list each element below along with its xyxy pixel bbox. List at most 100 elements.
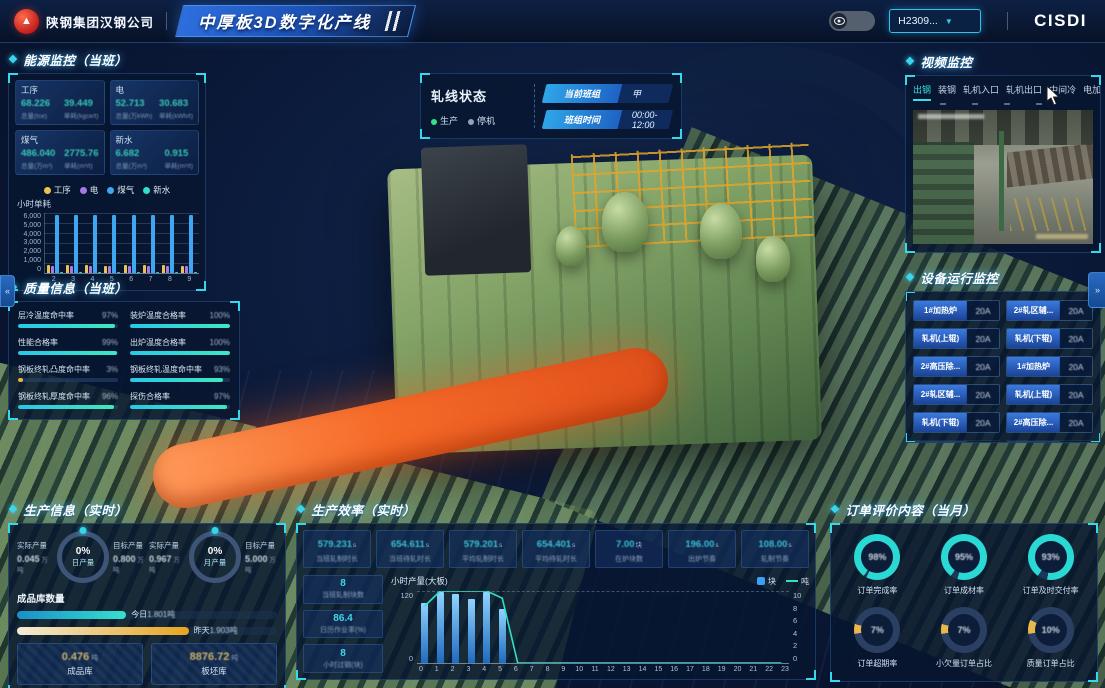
inventory-bar-label: 今日1.801吨 (131, 609, 175, 620)
chevron-down-icon: ▼ (945, 17, 953, 26)
video-feed[interactable] (913, 110, 1093, 244)
order-gauge-percent: 98% (868, 552, 886, 562)
video-tab-轧机出口[interactable]: 轧机出口 (1006, 83, 1042, 101)
y-tick-label: 8 (793, 604, 797, 613)
efficiency-card: 108.00s轧制节奏 (741, 530, 809, 568)
energy-card-name: 煤气 (21, 134, 99, 146)
collapse-handle-left[interactable]: « (0, 275, 15, 307)
efficiency-card-top: 579.201s (452, 534, 514, 552)
video-tab-电加热[interactable]: 电加热 (1083, 83, 1100, 101)
order-gauge-ring: 98% (854, 534, 900, 580)
inventory-bar-fill (17, 611, 126, 619)
energy-unit: 总量(tce) (21, 110, 50, 120)
warehouse-value: 8876.72吨 (190, 651, 239, 663)
efficiency-value: 7.00 (616, 539, 635, 550)
order-gauge-ring: 93% (1028, 534, 1074, 580)
x-tick-label: 5 (492, 666, 508, 673)
company-logo-icon: ▲ (14, 9, 39, 34)
device-current-value: 20A (1060, 385, 1092, 404)
bar-工序 (143, 265, 146, 273)
actual-value: 0.967 万吨 (149, 554, 185, 574)
order-gauge-hole: 95% (948, 541, 980, 573)
energy-card: 新水6.682总量(万m³)0.915单耗(m³/t) (110, 130, 200, 175)
x-tick-label: 4 (476, 666, 492, 673)
video-panel: ❖ 视频监控 出钢装钢轧机入口轧机出口中间冷电加热 (905, 52, 1101, 253)
efficiency-unit: 块 (636, 542, 643, 549)
shift-badge-value: 甲 (618, 84, 674, 103)
actual-unit: 万吨 (149, 557, 180, 574)
warehouse-label: 板坯库 (201, 665, 227, 677)
device-current-value: 20A (1060, 413, 1092, 432)
energy-card-values: 52.713总量(万kWh)30.683单耗(kWh/t) (116, 98, 194, 120)
bar-group (104, 215, 120, 273)
energy-legend: 工序电煤气新水 (9, 184, 205, 196)
device-chip: 2#高压除...20A (1006, 412, 1093, 433)
actual-production: 实际产量0.967 万吨 (149, 540, 185, 574)
x-tick-label: 13 (619, 666, 635, 673)
video-feed-machines (913, 142, 974, 244)
gauge-dot (212, 527, 219, 534)
efficiency-label: 平均待轧时长 (525, 554, 587, 564)
production-gauges: 实际产量0.045 万吨0%日产量目标产量0.800 万吨实际产量0.967 万… (17, 531, 277, 583)
efficiency-unit: s (788, 542, 791, 549)
quality-item: 层冷温度命中率97% (18, 310, 118, 328)
order-gauge-label: 小欠量订单占比 (936, 658, 992, 669)
warehouse-stats: 0.476吨成品库 8876.72吨板坯库 (17, 643, 277, 685)
bar-新水 (194, 272, 197, 273)
quality-item: 钢板终轧厚度命中率96% (18, 391, 118, 409)
energy-value: 0.915 (164, 148, 193, 159)
efficiency-cards: 579.231s当班轧制时长654.611s当班待轧时长579.201s平均轧制… (303, 530, 809, 568)
target-label: 目标产量 (113, 540, 149, 551)
efficiency-value: 108.00 (758, 539, 787, 550)
video-tab-出钢[interactable]: 出钢 (913, 83, 931, 101)
device-current-value: 20A (967, 357, 999, 376)
legend-item: 吨 (786, 576, 809, 587)
warehouse-stat: 0.476吨成品库 (17, 643, 143, 685)
panel-corner (905, 243, 915, 253)
device-name: 1#加热炉 (914, 301, 967, 320)
page-title: 中厚板3D数字化产线 (198, 9, 371, 33)
quality-progress-track (130, 405, 230, 409)
warehouse-unit: 吨 (91, 655, 98, 662)
quality-label: 钢板终轧温度命中率 (130, 364, 202, 375)
x-tick-label: 22 (761, 666, 777, 673)
bar-电 (128, 266, 131, 273)
energy-value-block: 30.683单耗(kWh/t) (159, 98, 193, 120)
gauge-percent: 0% (76, 546, 90, 557)
device-name: 轧机(上辊) (914, 329, 967, 348)
bar-新水 (79, 272, 82, 273)
device-chip: 轧机(上辊)20A (1006, 384, 1093, 405)
video-tab-中间冷[interactable]: 中间冷 (1049, 83, 1076, 101)
efficiency-card-top: 7.00块 (598, 534, 660, 552)
device-chip: 轧机(下辊)20A (913, 412, 1000, 433)
energy-chart: 小时单耗 6,0005,0004,0003,0002,0001,0000 234… (9, 198, 205, 290)
energy-card-name: 新水 (116, 134, 194, 146)
x-tick-label: 23 (777, 666, 793, 673)
diamond-icon: ❖ (296, 503, 306, 516)
side-stat-label: 小时过钢(块) (323, 660, 363, 670)
collapse-handle-right[interactable]: » (1088, 272, 1105, 308)
actual-value: 0.045 万吨 (17, 554, 53, 574)
quality-item-header: 装炉温度合格率100% (130, 310, 230, 321)
scene-cylinder (556, 226, 586, 266)
steel-id-dropdown[interactable]: H2309... ▼ (889, 9, 981, 33)
order-gauge: 10%质量订单占比 (1010, 607, 1091, 669)
diamond-icon: ❖ (8, 503, 18, 516)
y-tick-label: 5,000 (23, 222, 41, 229)
x-tick-label: 16 (666, 666, 682, 673)
video-tab-轧机入口[interactable]: 轧机入口 (963, 83, 999, 101)
video-tab-装钢[interactable]: 装钢 (938, 83, 956, 101)
status-dot (431, 119, 437, 125)
bar-煤气 (93, 215, 97, 273)
quality-item-header: 层冷温度命中率97% (18, 310, 118, 321)
video-tab-bar: 出钢装钢轧机入口轧机出口中间冷电加热 (906, 76, 1100, 103)
visibility-toggle[interactable] (829, 11, 875, 31)
bar-工序 (66, 265, 69, 273)
x-tick-label: 7 (524, 666, 540, 673)
quality-label: 钢板终轧厚度命中率 (18, 391, 90, 402)
status-legend-item: 生产 (431, 114, 458, 127)
bar-新水 (60, 272, 63, 273)
quality-label: 性能合格率 (18, 337, 58, 348)
energy-card: 工序68.226总量(tce)39.449单耗(kgce/t) (15, 80, 105, 125)
scene-cylinder (756, 236, 790, 282)
